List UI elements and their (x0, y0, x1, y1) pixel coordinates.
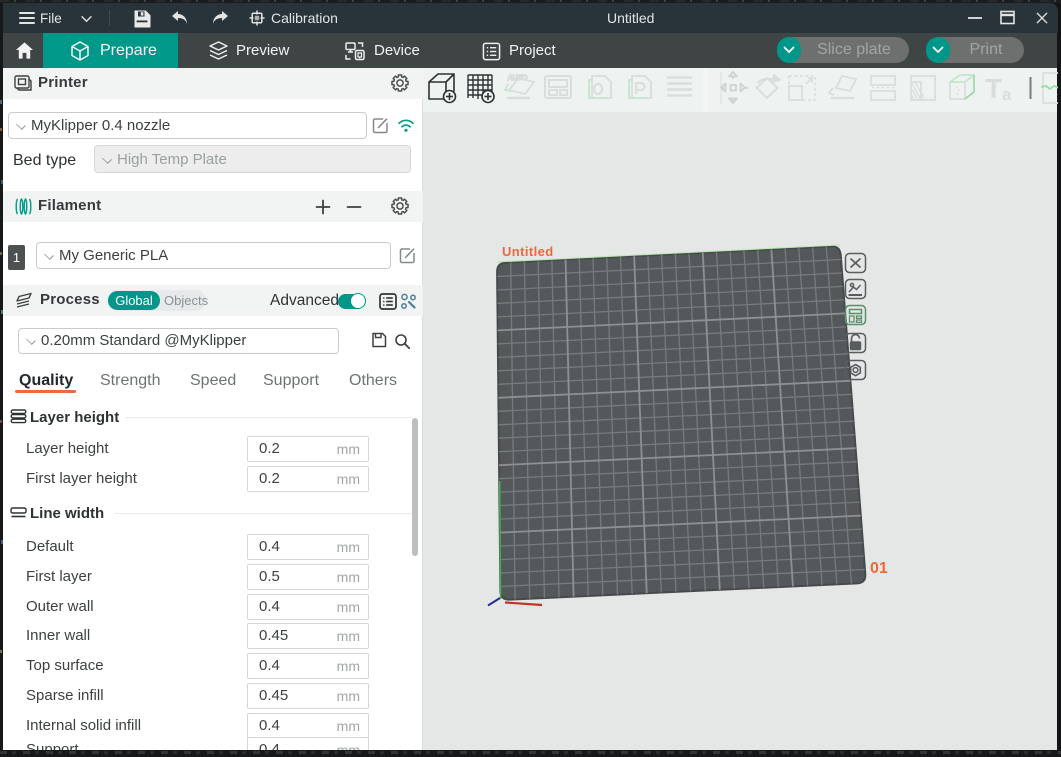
svg-text:AUTO: AUTO (508, 75, 528, 82)
svg-text:a: a (1002, 85, 1012, 104)
svg-text:T: T (985, 73, 1002, 104)
